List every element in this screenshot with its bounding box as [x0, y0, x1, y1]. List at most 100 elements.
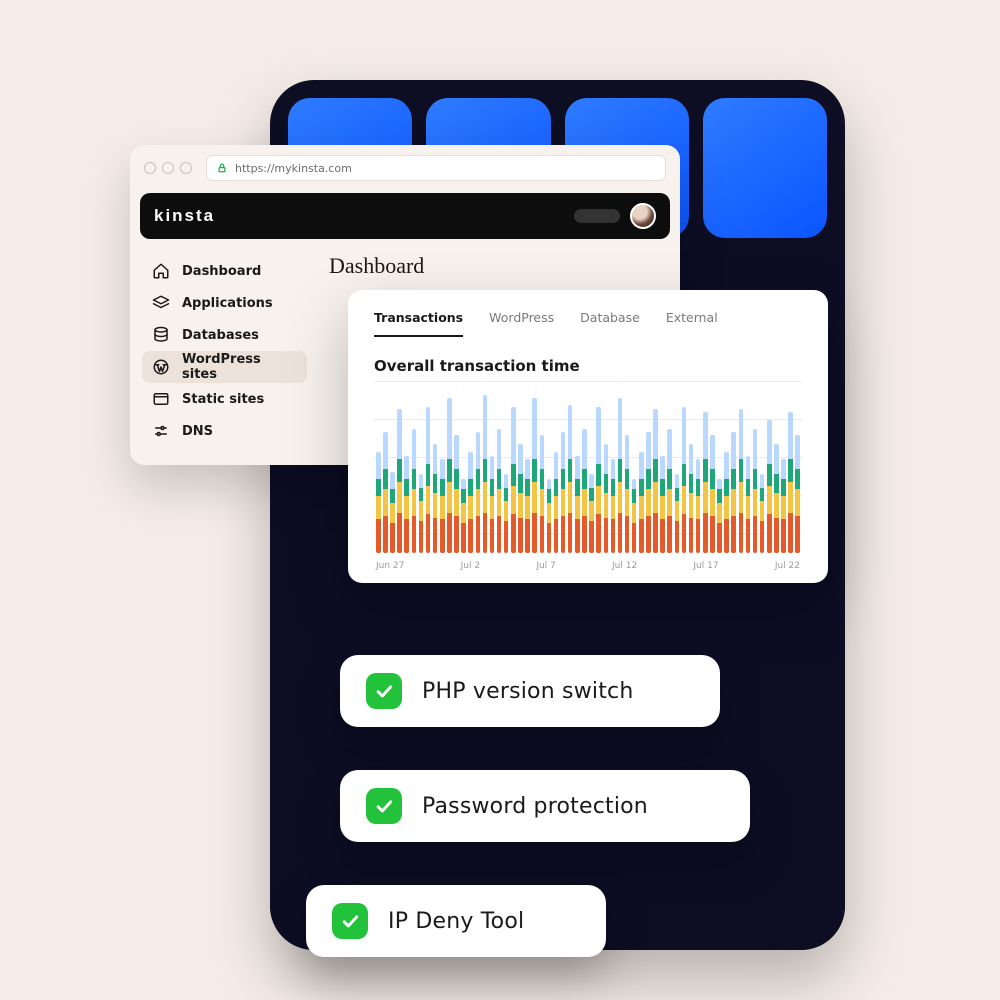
database-icon	[152, 326, 170, 344]
close-dot-icon[interactable]	[144, 162, 156, 174]
bar-col	[561, 432, 566, 553]
sidebar-item-label: Static sites	[182, 392, 264, 407]
bar-col	[376, 452, 381, 553]
sidebar-item-static-sites[interactable]: Static sites	[142, 383, 307, 415]
bar-col	[440, 459, 445, 553]
bar-col	[753, 429, 758, 553]
address-bar[interactable]: https://mykinsta.com	[206, 155, 666, 181]
bar-col	[724, 452, 729, 553]
sidebar-item-dns[interactable]: DNS	[142, 415, 307, 447]
bar-col	[611, 459, 616, 553]
max-dot-icon[interactable]	[180, 162, 192, 174]
topbar-toggle[interactable]	[574, 209, 620, 223]
lock-icon	[217, 163, 227, 173]
min-dot-icon[interactable]	[162, 162, 174, 174]
bar-col	[717, 479, 722, 553]
bar-col	[490, 456, 495, 553]
bar-col	[696, 459, 701, 553]
bar-col	[667, 429, 672, 553]
xaxis-tick: Jul 12	[612, 561, 637, 571]
sidebar-item-wordpress-sites[interactable]: WordPress sites	[142, 351, 307, 383]
bar-col	[689, 444, 694, 553]
bar-col	[653, 409, 658, 553]
bar-col	[575, 456, 580, 553]
bar-col	[568, 405, 573, 553]
chart-xaxis: Jun 27 Jul 2 Jul 7 Jul 12 Jul 17 Jul 22	[374, 561, 802, 571]
bar-col	[739, 409, 744, 553]
tab-external[interactable]: External	[666, 310, 718, 337]
bar-col	[682, 407, 687, 553]
bar-col	[660, 456, 665, 553]
bar-col	[547, 479, 552, 553]
bar-col	[447, 398, 452, 553]
bar-col	[412, 429, 417, 553]
bar-col	[604, 444, 609, 553]
xaxis-tick: Jul 2	[461, 561, 480, 571]
bar-col	[461, 479, 466, 553]
wordpress-icon	[152, 358, 170, 376]
avatar[interactable]	[630, 203, 656, 229]
sidebar-item-label: Applications	[182, 296, 273, 311]
feature-label: Password protection	[422, 794, 648, 819]
bar-col	[476, 432, 481, 553]
check-icon	[366, 788, 402, 824]
layers-icon	[152, 294, 170, 312]
sidebar-item-dashboard[interactable]: Dashboard	[142, 255, 307, 287]
browser-chrome: https://mykinsta.com	[130, 145, 680, 193]
sidebar-item-label: Databases	[182, 328, 259, 343]
sidebar-item-applications[interactable]: Applications	[142, 287, 307, 319]
brand-logo: kinsta	[154, 206, 215, 226]
bar-col	[589, 474, 594, 553]
bar-col	[433, 444, 438, 553]
sidebar-item-databases[interactable]: Databases	[142, 319, 307, 351]
xaxis-tick: Jun 27	[376, 561, 404, 571]
check-icon	[332, 903, 368, 939]
bar-col	[625, 435, 630, 553]
bar-col	[781, 459, 786, 553]
chart-title: Overall transaction time	[374, 357, 802, 375]
xaxis-tick: Jul 22	[775, 561, 800, 571]
chart-card: Transactions WordPress Database External Ov…	[348, 290, 828, 583]
xaxis-tick: Jul 7	[536, 561, 555, 571]
bar-col	[390, 472, 395, 553]
feature-label: IP Deny Tool	[388, 909, 524, 934]
bar-col	[532, 398, 537, 553]
tab-transactions[interactable]: Transactions	[374, 310, 463, 337]
bar-col	[454, 435, 459, 553]
bar-col	[767, 420, 772, 553]
bar-col	[675, 474, 680, 553]
bar-col	[618, 398, 623, 553]
xaxis-tick: Jul 17	[693, 561, 718, 571]
bar-col	[525, 459, 530, 553]
bar-col	[383, 432, 388, 553]
bar-col	[419, 474, 424, 553]
check-icon	[366, 673, 402, 709]
feature-password-protection[interactable]: Password protection	[340, 770, 750, 842]
bar-col	[511, 407, 516, 553]
bar-col	[774, 444, 779, 553]
bar-col	[397, 409, 402, 553]
tab-database[interactable]: Database	[580, 310, 640, 337]
bar-col	[710, 435, 715, 553]
home-icon	[152, 262, 170, 280]
tab-wordpress[interactable]: WordPress	[489, 310, 554, 337]
bar-col	[426, 407, 431, 553]
bar-col	[404, 456, 409, 553]
bar-col	[760, 474, 765, 553]
sidebar-item-label: Dashboard	[182, 264, 261, 279]
bar-col	[746, 456, 751, 553]
bar-col	[483, 395, 488, 553]
bar-col	[582, 429, 587, 553]
bar-col	[795, 435, 800, 553]
feature-php-version-switch[interactable]: PHP version switch	[340, 655, 720, 727]
chart-plot: Jun 27 Jul 2 Jul 7 Jul 12 Jul 17 Jul 22	[374, 381, 802, 571]
address-text: https://mykinsta.com	[235, 162, 352, 175]
bar-col	[639, 452, 644, 553]
sidebar: Dashboard Applications Databases WordPress …	[142, 249, 307, 447]
feature-ip-deny-tool[interactable]: IP Deny Tool	[306, 885, 606, 957]
feature-label: PHP version switch	[422, 679, 633, 704]
bar-col	[554, 452, 559, 553]
bar-col	[468, 452, 473, 553]
bar-col	[518, 444, 523, 553]
bar-col	[731, 432, 736, 553]
